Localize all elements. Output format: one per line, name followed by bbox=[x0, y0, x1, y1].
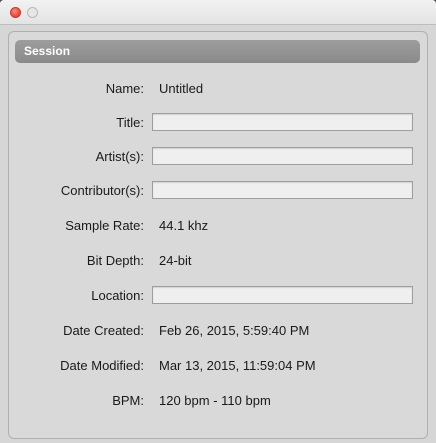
name-label: Name: bbox=[105, 81, 144, 96]
location-field[interactable] bbox=[152, 286, 413, 304]
artists-label: Artist(s): bbox=[95, 149, 144, 164]
bit-depth-label: Bit Depth: bbox=[86, 253, 144, 268]
minimize-window-icon[interactable] bbox=[27, 7, 38, 18]
row-date-created: Date Created: Feb 26, 2015, 5:59:40 PM bbox=[9, 320, 429, 342]
section-header-session: Session bbox=[15, 40, 420, 63]
artists-field[interactable] bbox=[152, 147, 413, 165]
session-window: Session Name: Untitled Title: Artist(s):… bbox=[0, 0, 436, 443]
row-sample-rate: Sample Rate: 44.1 khz bbox=[9, 215, 429, 237]
title-field[interactable] bbox=[152, 113, 413, 131]
title-bar[interactable] bbox=[0, 0, 436, 25]
name-value: Untitled bbox=[159, 81, 204, 96]
row-artists: Artist(s): bbox=[9, 146, 429, 168]
bpm-value: 120 bpm - 110 bpm bbox=[159, 393, 271, 408]
contributors-label: Contributor(s): bbox=[60, 183, 144, 198]
row-contributors: Contributor(s): bbox=[9, 180, 429, 202]
row-name: Name: Untitled bbox=[9, 78, 429, 100]
session-panel: Session Name: Untitled Title: Artist(s):… bbox=[8, 31, 428, 439]
row-location: Location: bbox=[9, 285, 429, 307]
bit-depth-value: 24-bit bbox=[159, 253, 192, 268]
bpm-label: BPM: bbox=[112, 393, 144, 408]
sample-rate-value: 44.1 khz bbox=[159, 218, 209, 233]
date-created-label: Date Created: bbox=[63, 323, 144, 338]
date-modified-label: Date Modified: bbox=[60, 358, 144, 373]
close-window-icon[interactable] bbox=[10, 7, 21, 18]
sample-rate-label: Sample Rate: bbox=[65, 218, 144, 233]
row-date-modified: Date Modified: Mar 13, 2015, 11:59:04 PM bbox=[9, 355, 429, 377]
contributors-field[interactable] bbox=[152, 181, 413, 199]
date-modified-value: Mar 13, 2015, 11:59:04 PM bbox=[159, 358, 316, 373]
location-label: Location: bbox=[91, 288, 144, 303]
row-title: Title: bbox=[9, 112, 429, 134]
date-created-value: Feb 26, 2015, 5:59:40 PM bbox=[159, 323, 310, 338]
row-bit-depth: Bit Depth: 24-bit bbox=[9, 250, 429, 272]
title-label: Title: bbox=[116, 115, 144, 130]
row-bpm: BPM: 120 bpm - 110 bpm bbox=[9, 390, 429, 412]
